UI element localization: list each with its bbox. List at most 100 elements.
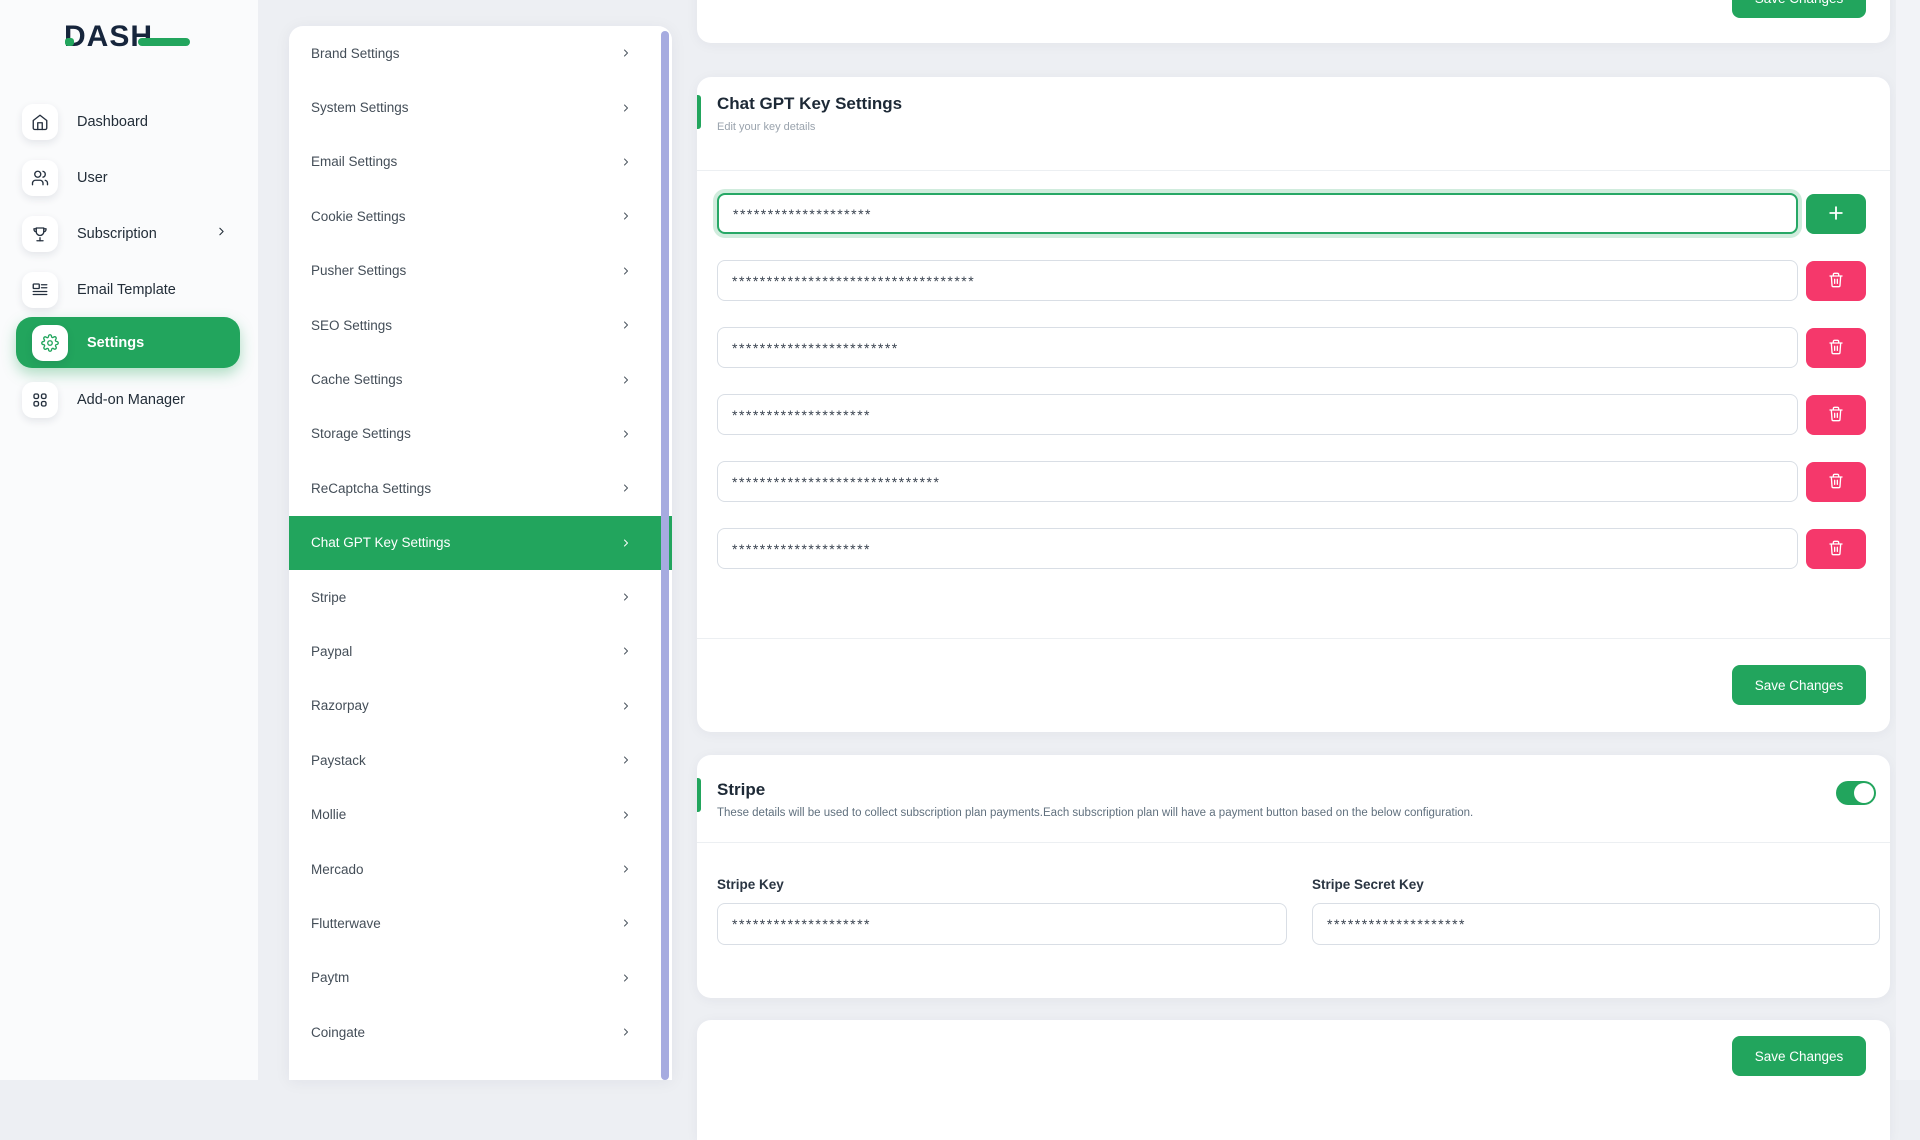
settings-nav-item-paytm[interactable]: Paytm bbox=[289, 951, 672, 1005]
api-key-input[interactable] bbox=[717, 327, 1798, 368]
api-key-input[interactable] bbox=[717, 461, 1798, 502]
settings-nav-item-mollie[interactable]: Mollie bbox=[289, 787, 672, 841]
chevron-right-icon bbox=[620, 863, 632, 875]
sidebar-item-label: Add-on Manager bbox=[77, 392, 185, 408]
card-subtitle: Edit your key details bbox=[717, 121, 815, 133]
main-sidebar: DASH Dashboard User Subscription Email T… bbox=[0, 0, 258, 1080]
trash-icon bbox=[1828, 540, 1844, 559]
save-button[interactable]: Save Changes bbox=[1732, 1036, 1866, 1076]
settings-nav-item-cache[interactable]: Cache Settings bbox=[289, 352, 672, 406]
card-chatgpt-key-settings: Chat GPT Key Settings Edit your key deta… bbox=[697, 77, 1890, 732]
brand-logo-dot bbox=[65, 38, 74, 46]
sidebar-item-addon-manager[interactable]: Add-on Manager bbox=[0, 374, 258, 426]
chevron-right-icon bbox=[620, 537, 632, 549]
brand-logo[interactable]: DASH bbox=[64, 20, 194, 64]
settings-nav-label: Chat GPT Key Settings bbox=[311, 535, 450, 550]
stripe-enabled-toggle[interactable] bbox=[1836, 781, 1876, 805]
divider bbox=[697, 842, 1890, 843]
settings-nav-label: Razorpay bbox=[311, 698, 369, 713]
add-key-button[interactable] bbox=[1806, 194, 1866, 234]
chevron-right-icon bbox=[620, 482, 632, 494]
settings-nav-item-paystack[interactable]: Paystack bbox=[289, 733, 672, 787]
card-title: Chat GPT Key Settings bbox=[717, 94, 902, 114]
card-stripe-save: Save Changes bbox=[697, 1020, 1890, 1140]
chevron-right-icon bbox=[620, 156, 632, 168]
settings-nav-item-pusher[interactable]: Pusher Settings bbox=[289, 244, 672, 298]
card-description: These details will be used to collect su… bbox=[717, 807, 1473, 819]
save-button[interactable]: Save Changes bbox=[1732, 0, 1866, 18]
settings-nav-item-stripe[interactable]: Stripe bbox=[289, 570, 672, 624]
settings-nav-label: Stripe bbox=[311, 590, 346, 605]
home-icon bbox=[22, 104, 58, 140]
settings-nav-item-brand[interactable]: Brand Settings bbox=[289, 26, 672, 80]
grid-icon bbox=[22, 382, 58, 418]
settings-nav-label: Brand Settings bbox=[311, 46, 400, 61]
sidebar-item-email-template[interactable]: Email Template bbox=[0, 264, 258, 316]
settings-nav-scrollbar[interactable] bbox=[661, 31, 669, 1080]
sidebar-item-user[interactable]: User bbox=[0, 152, 258, 204]
settings-nav-item-paypal[interactable]: Paypal bbox=[289, 624, 672, 678]
settings-nav-item-recaptcha[interactable]: ReCaptcha Settings bbox=[289, 461, 672, 515]
delete-key-button[interactable] bbox=[1806, 529, 1866, 569]
sidebar-item-settings[interactable]: Settings bbox=[16, 317, 240, 368]
settings-nav-item-system[interactable]: System Settings bbox=[289, 80, 672, 134]
sidebar-item-subscription[interactable]: Subscription bbox=[0, 208, 258, 260]
api-key-input[interactable] bbox=[717, 394, 1798, 435]
settings-nav-label: Mercado bbox=[311, 862, 364, 877]
settings-nav-item-flutterwave[interactable]: Flutterwave bbox=[289, 896, 672, 950]
sidebar-item-label: Subscription bbox=[77, 226, 157, 242]
stripe-secret-key-input[interactable] bbox=[1312, 903, 1880, 945]
layout-icon bbox=[22, 272, 58, 308]
plus-icon bbox=[1826, 203, 1846, 226]
settings-nav-label: Cache Settings bbox=[311, 372, 403, 387]
divider bbox=[697, 638, 1890, 639]
settings-nav-item-razorpay[interactable]: Razorpay bbox=[289, 679, 672, 733]
toggle-knob bbox=[1854, 783, 1874, 803]
delete-key-button[interactable] bbox=[1806, 328, 1866, 368]
sidebar-item-label: User bbox=[77, 170, 108, 186]
api-key-input[interactable] bbox=[717, 193, 1798, 234]
delete-key-button[interactable] bbox=[1806, 261, 1866, 301]
api-key-input[interactable] bbox=[717, 528, 1798, 569]
save-button[interactable]: Save Changes bbox=[1732, 665, 1866, 705]
chevron-right-icon bbox=[620, 210, 632, 222]
settings-nav-label: ReCaptcha Settings bbox=[311, 481, 431, 496]
chevron-right-icon bbox=[620, 102, 632, 114]
api-key-row bbox=[717, 528, 1866, 569]
users-icon bbox=[22, 160, 58, 196]
brand-logo-bar bbox=[138, 38, 190, 46]
settings-nav-item-email[interactable]: Email Settings bbox=[289, 135, 672, 189]
stripe-key-input[interactable] bbox=[717, 903, 1287, 945]
settings-nav-item-coingate[interactable]: Coingate bbox=[289, 1005, 672, 1059]
delete-key-button[interactable] bbox=[1806, 395, 1866, 435]
settings-nav-label: Mollie bbox=[311, 807, 346, 822]
chevron-right-icon bbox=[620, 754, 632, 766]
page-scrollbar[interactable] bbox=[1896, 0, 1920, 1080]
settings-nav-label: Flutterwave bbox=[311, 916, 381, 931]
chevron-right-icon bbox=[215, 225, 228, 243]
settings-nav-item-skrill[interactable]: Skrill bbox=[289, 1059, 672, 1080]
settings-nav-item-mercado[interactable]: Mercado bbox=[289, 842, 672, 896]
settings-nav-item-cookie[interactable]: Cookie Settings bbox=[289, 189, 672, 243]
brand-logo-text: DASH bbox=[64, 20, 153, 53]
settings-nav-list: Brand Settings System Settings Email Set… bbox=[289, 26, 672, 1080]
api-key-input[interactable] bbox=[717, 260, 1798, 301]
chevron-right-icon bbox=[620, 428, 632, 440]
settings-nav-item-storage[interactable]: Storage Settings bbox=[289, 407, 672, 461]
card-stripe-settings: Stripe These details will be used to col… bbox=[697, 755, 1890, 998]
settings-nav-label: Pusher Settings bbox=[311, 263, 406, 278]
api-key-row bbox=[717, 193, 1866, 234]
divider bbox=[697, 170, 1890, 171]
settings-nav-panel: Brand Settings System Settings Email Set… bbox=[289, 26, 672, 1080]
chevron-right-icon bbox=[620, 265, 632, 277]
settings-nav-label: Storage Settings bbox=[311, 426, 411, 441]
settings-nav-item-chatgpt[interactable]: Chat GPT Key Settings bbox=[289, 516, 672, 570]
settings-nav-item-seo[interactable]: SEO Settings bbox=[289, 298, 672, 352]
chevron-right-icon bbox=[620, 47, 632, 59]
settings-nav-label: Email Settings bbox=[311, 154, 397, 169]
sidebar-item-dashboard[interactable]: Dashboard bbox=[0, 96, 258, 148]
card-previous-section: Save Changes bbox=[697, 0, 1890, 43]
delete-key-button[interactable] bbox=[1806, 462, 1866, 502]
chevron-right-icon bbox=[620, 700, 632, 712]
settings-nav-label: Paystack bbox=[311, 753, 366, 768]
